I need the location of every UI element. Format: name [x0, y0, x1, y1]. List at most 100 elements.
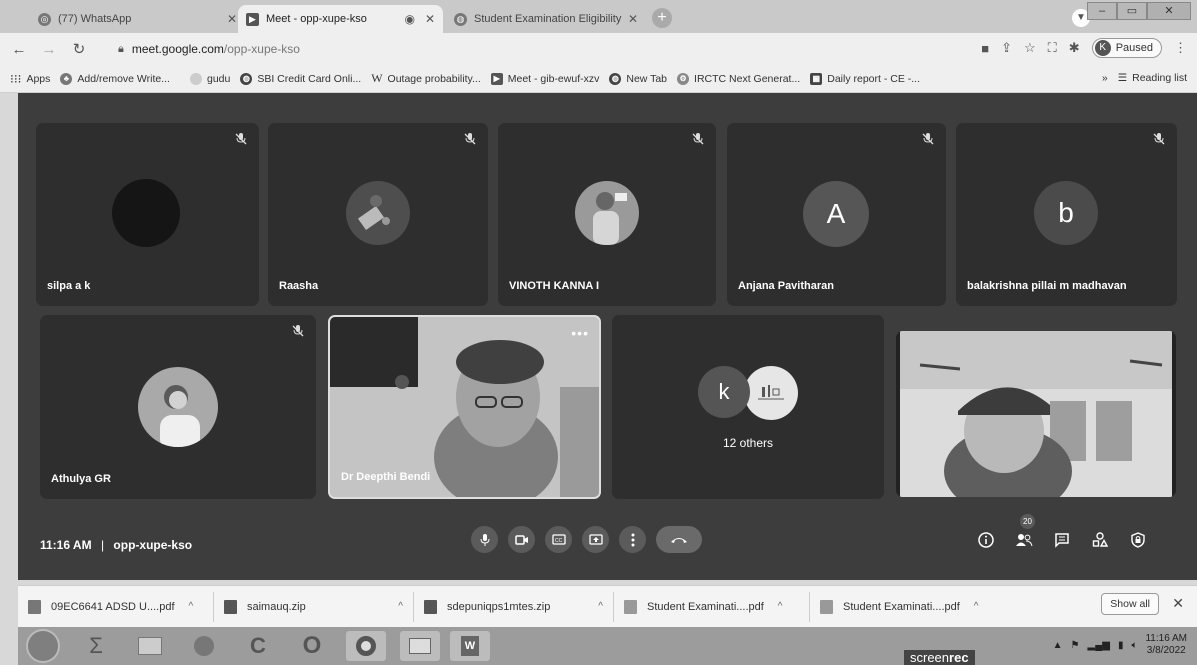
participant-tile[interactable]: A Anjana Pavitharan	[727, 123, 946, 306]
tray-expand-icon[interactable]: ▲	[1053, 640, 1063, 651]
taskbar-app-firefox[interactable]	[184, 631, 224, 661]
clock-time: 11:16 AM	[1145, 633, 1187, 644]
more-options-icon[interactable]: •••	[571, 325, 589, 341]
avatar-letter: b	[1034, 181, 1098, 245]
network-signal-icon[interactable]: ▂▄▆	[1088, 640, 1110, 651]
participant-name: Raasha	[279, 280, 319, 292]
download-item[interactable]: sdepuniqps1mtes.zip ^	[414, 591, 614, 622]
bookmark-daily-report[interactable]: ▦ Daily report - CE -...	[810, 72, 920, 85]
tab-meet[interactable]: ▶ Meet - opp-xupe-kso ◉ ✕	[238, 5, 443, 33]
taskbar-app-opera[interactable]: O	[292, 631, 332, 661]
maximize-button[interactable]: ▭	[1117, 2, 1147, 20]
more-options-button[interactable]	[619, 526, 646, 553]
reload-icon[interactable]: ↻	[68, 40, 90, 58]
participant-tile[interactable]: Athulya GR	[40, 315, 316, 499]
taskbar-app-explorer[interactable]	[400, 631, 440, 661]
captions-button[interactable]: CC	[545, 526, 572, 553]
camera-icon	[514, 534, 528, 545]
microphone-button[interactable]	[471, 526, 498, 553]
activities-button[interactable]	[1091, 531, 1109, 549]
chevron-up-icon[interactable]: ^	[598, 601, 603, 612]
clock-date: 3/8/2022	[1146, 645, 1186, 656]
chat-button[interactable]	[1053, 531, 1071, 549]
download-item[interactable]: 09EC6641 ADSD U....pdf ^	[18, 591, 214, 622]
profile-button[interactable]: K Paused	[1091, 38, 1162, 58]
lock-icon[interactable]: 🔒︎	[118, 43, 124, 56]
back-icon[interactable]: ←	[8, 41, 30, 58]
tab-whatsapp[interactable]: ◎ (77) WhatsApp ✕	[30, 5, 245, 33]
extensions-icon[interactable]: ✱	[1069, 40, 1080, 56]
mic-off-icon	[292, 325, 304, 337]
taskbar-app-chrome[interactable]	[346, 631, 386, 661]
bookmark-add-remove-write[interactable]: ♣ Add/remove Write...	[60, 72, 170, 85]
screenshot-icon[interactable]: ⛶	[1048, 40, 1057, 56]
taskbar-app-c[interactable]: C	[238, 631, 278, 661]
meeting-info: 11:16 AM | opp-xupe-kso	[40, 538, 193, 552]
download-item[interactable]: saimauq.zip ^	[214, 591, 414, 622]
chevron-up-icon[interactable]: ^	[189, 601, 194, 612]
host-controls-button[interactable]	[1129, 531, 1147, 549]
people-button[interactable]: 20	[1015, 514, 1035, 549]
star-icon[interactable]: ☆	[1024, 40, 1036, 56]
download-item[interactable]: Student Examinati....pdf ^	[614, 591, 810, 622]
camera-button[interactable]	[508, 526, 535, 553]
volume-icon[interactable]: 🔈︎	[1131, 640, 1137, 651]
present-button[interactable]	[582, 526, 609, 553]
window-close-button[interactable]: ✕	[1147, 2, 1191, 20]
chevron-up-icon[interactable]: ^	[778, 601, 783, 612]
flag-icon[interactable]: ⚑	[1071, 640, 1080, 651]
browser-toolbar: ← → ↻ 🔒︎ meet.google.com/opp-xupe-kso ■ …	[0, 33, 1197, 65]
bookmark-gudu[interactable]: gudu	[189, 72, 230, 85]
participant-tile[interactable]: VINOTH KANNA I	[498, 123, 716, 306]
battery-icon[interactable]: ▮	[1118, 640, 1124, 651]
system-clock[interactable]: 11:16 AM 3/8/2022	[1145, 633, 1187, 657]
tab-title: Meet - opp-xupe-kso	[266, 13, 367, 25]
hang-up-icon	[671, 537, 687, 543]
close-downloads-icon[interactable]: ✕	[1172, 595, 1184, 612]
download-filename: saimauq.zip	[247, 600, 306, 613]
participant-tile[interactable]: b balakrishna pillai m madhavan	[956, 123, 1177, 306]
download-item[interactable]: Student Examinati....pdf ^	[810, 592, 1000, 622]
tab-student-eligibility[interactable]: ◍ Student Examination Eligibility R ✕	[446, 5, 646, 33]
close-icon[interactable]: ✕	[227, 12, 237, 26]
present-screen-icon	[588, 534, 603, 545]
forward-icon[interactable]: →	[38, 41, 60, 58]
participant-tile[interactable]	[896, 331, 1176, 497]
reading-list-button[interactable]: ☰ Reading list	[1118, 72, 1187, 84]
participant-tile[interactable]: Raasha	[268, 123, 488, 306]
menu-kebab-icon[interactable]: ⋮	[1174, 40, 1187, 56]
bookmark-irctc[interactable]: ⚙ IRCTC Next Generat...	[677, 72, 800, 85]
share-icon[interactable]: ⇪	[1001, 40, 1012, 56]
avatar-photo	[575, 181, 639, 245]
participant-name: VINOTH KANNA I	[509, 280, 600, 292]
meeting-details-button[interactable]	[977, 531, 995, 549]
svg-text:CC: CC	[555, 538, 563, 544]
close-icon[interactable]: ✕	[628, 12, 638, 26]
taskbar-app-window[interactable]	[130, 631, 170, 661]
participant-tile-speaking[interactable]: ••• Dr Deepthi Bendi	[328, 315, 601, 499]
new-tab-button[interactable]: +	[652, 8, 672, 28]
tab-title: Student Examination Eligibility R	[474, 13, 622, 25]
address-bar[interactable]: 🔒︎ meet.google.com/opp-xupe-kso	[118, 38, 938, 60]
leave-call-button[interactable]	[656, 526, 702, 553]
screenrec-watermark: screenrec	[904, 650, 975, 665]
start-button[interactable]	[26, 629, 60, 663]
camera-in-use-icon[interactable]: ■	[981, 41, 989, 56]
bookmark-apps[interactable]: ⁝⁝⁝ Apps	[10, 72, 50, 86]
chevron-up-icon[interactable]: ^	[974, 601, 979, 612]
bookmark-sbi[interactable]: ◍ SBI Credit Card Onli...	[240, 72, 361, 85]
show-all-downloads-button[interactable]: Show all	[1101, 593, 1159, 615]
chevron-up-icon[interactable]: ^	[398, 601, 403, 612]
window-controls: – ▭ ✕	[1087, 2, 1191, 20]
minimize-button[interactable]: –	[1087, 2, 1117, 20]
close-icon[interactable]: ✕	[425, 12, 435, 26]
taskbar-app-sigma[interactable]: Σ	[76, 631, 116, 661]
bookmark-new-tab[interactable]: ◍ New Tab	[609, 72, 667, 85]
bookmarks-overflow-button[interactable]: »	[1102, 72, 1108, 84]
others-tile[interactable]: k 12 others	[612, 315, 884, 499]
bookmark-outage[interactable]: W Outage probability...	[371, 71, 481, 86]
bookmark-meet[interactable]: ▶ Meet - gib-ewuf-xzv	[490, 72, 599, 85]
participant-tile[interactable]: silpa a k	[36, 123, 259, 306]
taskbar-app-word[interactable]: W	[450, 631, 490, 661]
url-path: /opp-xupe-kso	[223, 42, 300, 56]
